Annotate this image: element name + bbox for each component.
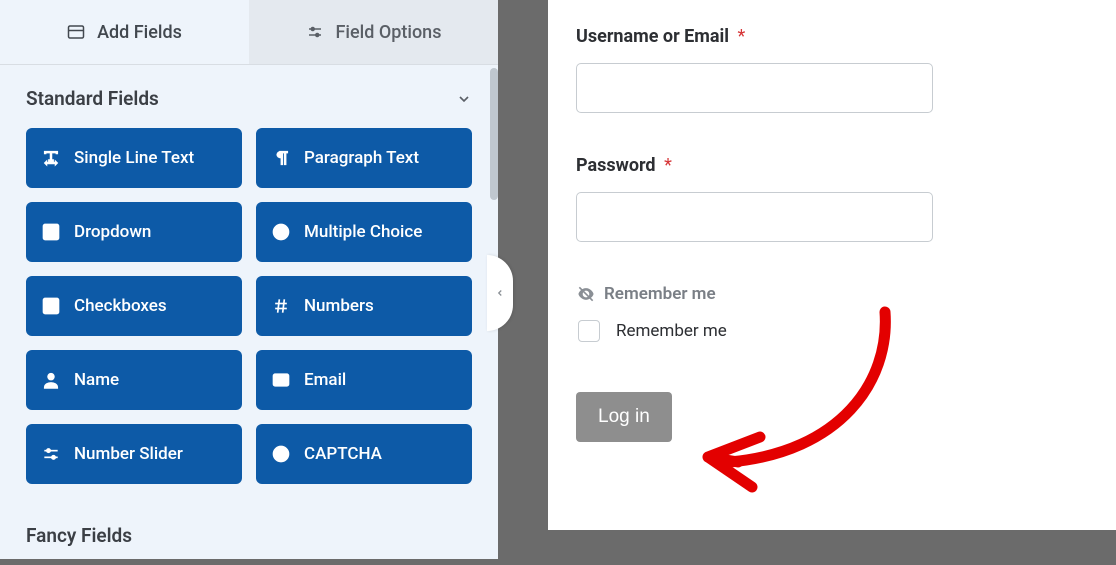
required-marker: * <box>738 26 746 47</box>
sidebar-scrollbar[interactable] <box>490 68 498 200</box>
visibility-off-icon <box>576 284 596 304</box>
field-number-slider[interactable]: Number Slider <box>26 424 242 484</box>
chevron-left-icon <box>495 287 505 299</box>
user-icon <box>41 370 61 390</box>
field-label: Checkboxes <box>74 296 167 316</box>
field-name[interactable]: Name <box>26 350 242 410</box>
hashtag-icon <box>271 296 291 316</box>
heading-text: Remember me <box>604 284 716 304</box>
paragraph-icon <box>271 148 291 168</box>
field-label: Email <box>304 370 346 390</box>
section-fancy-header[interactable]: Fancy Fields <box>0 502 498 565</box>
field-label: CAPTCHA <box>304 444 382 464</box>
field-multiple-choice[interactable]: Multiple Choice <box>256 202 472 262</box>
field-label: Dropdown <box>74 222 151 242</box>
field-numbers[interactable]: Numbers <box>256 276 472 336</box>
sidebar-collapse-handle[interactable] <box>487 255 513 331</box>
tab-add-fields[interactable]: Add Fields <box>0 0 249 64</box>
field-label: Single Line Text <box>74 148 194 168</box>
tab-label: Field Options <box>336 22 442 43</box>
field-captcha[interactable]: CAPTCHA <box>256 424 472 484</box>
tab-label: Add Fields <box>97 22 182 43</box>
section-standard-header[interactable]: Standard Fields <box>0 65 498 128</box>
field-label: Multiple Choice <box>304 222 422 242</box>
label-text: Username or Email <box>576 26 729 47</box>
field-username[interactable]: Username or Email * <box>576 26 1088 113</box>
question-circle-icon <box>271 444 291 464</box>
username-input[interactable] <box>576 63 933 113</box>
field-dropdown[interactable]: Dropdown <box>26 202 242 262</box>
password-label: Password * <box>576 155 1088 176</box>
password-input[interactable] <box>576 192 933 242</box>
section-title: Standard Fields <box>26 87 159 110</box>
fields-sidebar: Add Fields Field Options Standard Fields… <box>0 0 498 559</box>
caret-square-icon <box>41 222 61 242</box>
check-square-icon <box>41 296 61 316</box>
remember-checkbox-row[interactable]: Remember me <box>578 320 1088 342</box>
section-title: Fancy Fields <box>26 524 132 547</box>
dot-circle-icon <box>271 222 291 242</box>
field-password[interactable]: Password * <box>576 155 1088 242</box>
remember-label: Remember me <box>616 321 727 341</box>
field-paragraph-text[interactable]: Paragraph Text <box>256 128 472 188</box>
field-email[interactable]: Email <box>256 350 472 410</box>
remember-checkbox[interactable] <box>578 320 600 342</box>
sidebar-tabs: Add Fields Field Options <box>0 0 498 65</box>
envelope-icon <box>271 370 291 390</box>
field-label: Numbers <box>304 296 374 316</box>
standard-fields-grid: Single Line Text Paragraph Text Dropdown… <box>0 128 498 484</box>
tab-field-options[interactable]: Field Options <box>249 0 498 64</box>
window-icon <box>67 23 85 41</box>
sliders-icon <box>306 23 324 41</box>
text-width-icon <box>41 148 61 168</box>
submit-button[interactable]: Log in <box>576 392 672 442</box>
field-label: Paragraph Text <box>304 148 419 168</box>
label-text: Password <box>576 155 656 176</box>
field-label: Name <box>74 370 119 390</box>
required-marker: * <box>664 155 672 176</box>
field-label: Number Slider <box>74 444 183 464</box>
chevron-down-icon <box>456 91 472 107</box>
username-label: Username or Email * <box>576 26 1088 47</box>
remember-field-heading: Remember me <box>576 284 1088 304</box>
sliders-icon <box>41 444 61 464</box>
form-preview: Username or Email * Password * Remember … <box>548 0 1116 530</box>
field-single-line-text[interactable]: Single Line Text <box>26 128 242 188</box>
field-checkboxes[interactable]: Checkboxes <box>26 276 242 336</box>
